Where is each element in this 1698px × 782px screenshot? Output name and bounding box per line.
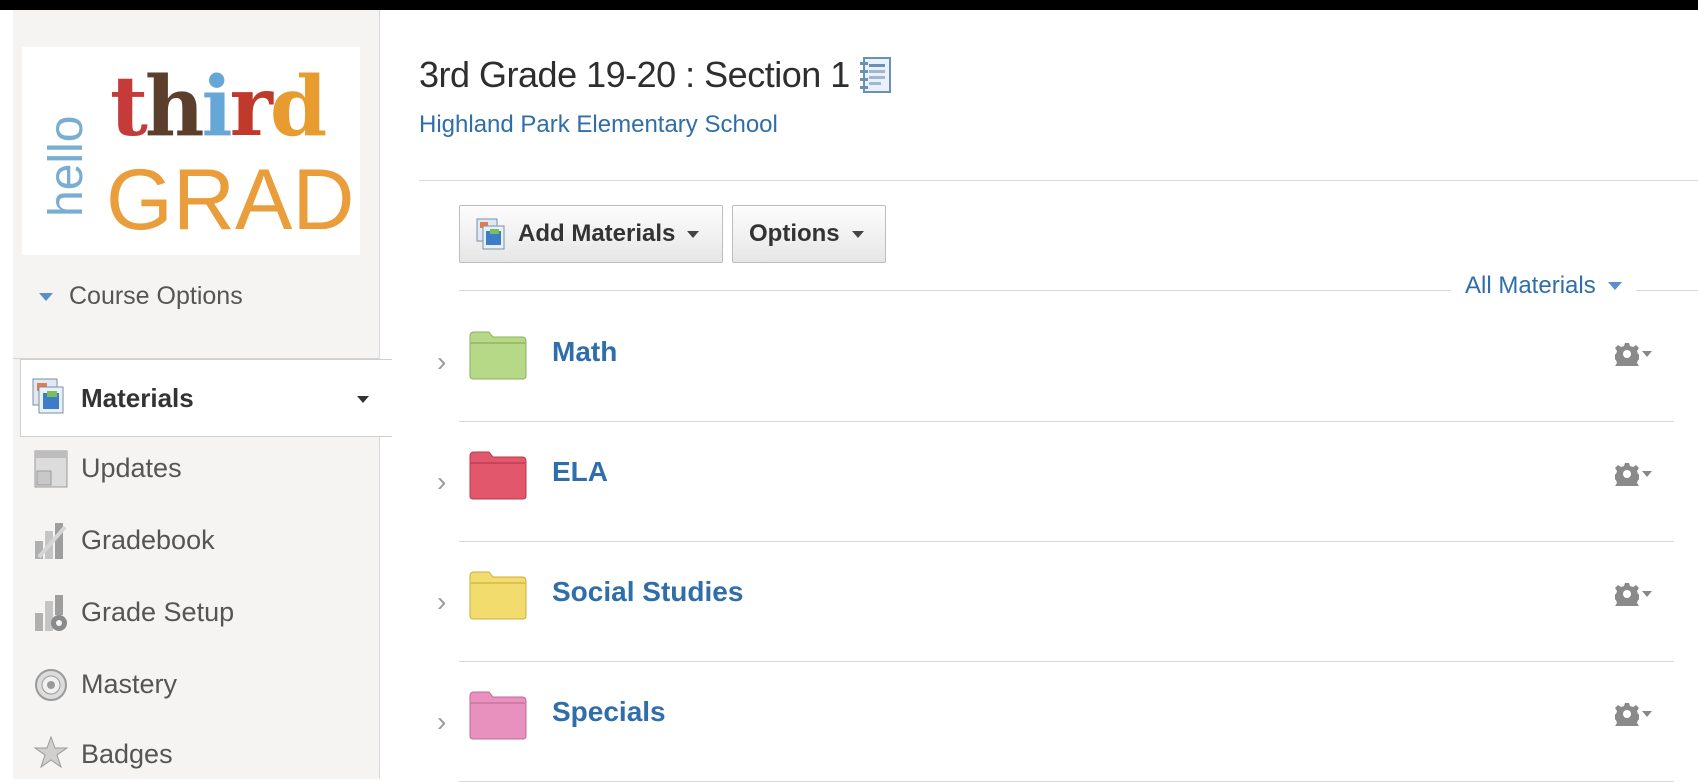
course-options-toggle[interactable]: Course Options <box>39 282 243 311</box>
divider <box>419 180 1698 181</box>
hello-third-grade-logo: hello third GRADE <box>40 59 412 248</box>
school-link[interactable]: Highland Park Elementary School <box>419 111 778 139</box>
sidebar-item-label: Mastery <box>81 668 178 699</box>
folder-row[interactable]: › ELA <box>419 422 1698 542</box>
chevron-right-icon[interactable]: › <box>437 586 446 618</box>
sidebar-item-gradebook[interactable]: Gradebook <box>33 515 215 565</box>
add-materials-button[interactable]: Add Materials <box>459 205 723 263</box>
chevron-right-icon[interactable]: › <box>437 466 446 498</box>
caret-down-icon <box>1642 471 1652 477</box>
folder-name: Social Studies <box>552 576 744 607</box>
folder-icon <box>469 450 527 500</box>
sidebar-item-label: Updates <box>81 452 182 483</box>
gear-icon <box>1613 342 1641 371</box>
folder-name: ELA <box>552 456 608 487</box>
folder-icon <box>469 330 527 380</box>
folder-settings-menu[interactable] <box>1613 462 1652 491</box>
sidebar-item-label: Grade Setup <box>81 596 235 627</box>
caret-down-icon <box>687 230 700 238</box>
caret-down-icon <box>1642 711 1652 717</box>
folder-row[interactable]: › Specials <box>419 662 1698 782</box>
svg-text:GRADE: GRADE <box>106 152 360 248</box>
options-label: Options <box>749 220 840 247</box>
sidebar-item-mastery[interactable]: Mastery <box>33 659 177 709</box>
sidebar-item-label: Gradebook <box>81 524 215 555</box>
sidebar-item-label: Badges <box>81 738 173 769</box>
gear-icon <box>1613 462 1641 491</box>
sidebar-item-label: Materials <box>81 382 194 413</box>
page-header: 3rd Grade 19-20 : Section 1 <box>419 54 891 96</box>
notebook-icon[interactable] <box>858 56 891 94</box>
caret-down-icon <box>1642 591 1652 597</box>
course-options-label: Course Options <box>69 282 243 310</box>
caret-down-icon <box>851 230 864 238</box>
folder-name: Specials <box>552 696 666 727</box>
gear-icon <box>1613 702 1641 731</box>
folder-row[interactable]: › Math <box>419 302 1698 422</box>
gear-icon <box>1613 582 1641 611</box>
sidebar-item-badges[interactable]: Badges <box>33 729 173 779</box>
svg-text:hello: hello <box>40 116 93 217</box>
top-bar <box>0 0 1698 10</box>
folder-icon <box>469 570 527 620</box>
divider <box>1651 290 1698 291</box>
chevron-right-icon[interactable]: › <box>437 346 446 378</box>
course-logo: hello third GRADE <box>22 47 412 255</box>
folder-row[interactable]: › Social Studies <box>419 542 1698 662</box>
badges-icon <box>33 733 71 775</box>
sidebar-item-updates[interactable]: Updates <box>33 443 182 493</box>
sidebar-item-materials[interactable]: Materials <box>20 359 392 437</box>
svg-text:third: third <box>110 59 326 155</box>
sidebar: hello third GRADE Course Options Materia… <box>13 10 412 779</box>
sidebar-item-grade-setup[interactable]: Grade Setup <box>33 587 234 637</box>
grade-setup-icon <box>33 591 71 633</box>
caret-down-icon <box>1642 351 1652 357</box>
folder-name: Math <box>552 336 618 367</box>
all-materials-filter[interactable]: All Materials <box>1451 272 1636 300</box>
folder-settings-menu[interactable] <box>1613 342 1652 371</box>
caret-down-icon <box>357 396 369 403</box>
options-button[interactable]: Options <box>732 205 886 263</box>
filter-label: All Materials <box>1465 272 1596 299</box>
main-content: 3rd Grade 19-20 : Section 1 Highland Par… <box>419 10 1698 782</box>
folder-icon <box>469 690 527 740</box>
add-materials-label: Add Materials <box>518 220 676 247</box>
folder-settings-menu[interactable] <box>1613 582 1652 611</box>
gradebook-icon <box>33 519 71 561</box>
page-title: 3rd Grade 19-20 : Section 1 <box>419 54 850 95</box>
chevron-down-icon <box>1607 282 1622 290</box>
folder-settings-menu[interactable] <box>1613 702 1652 731</box>
add-materials-icon <box>476 218 506 250</box>
mastery-icon <box>33 663 71 705</box>
materials-icon <box>31 377 69 419</box>
chevron-right-icon[interactable]: › <box>437 706 446 738</box>
chevron-down-icon <box>39 292 53 301</box>
updates-icon <box>33 447 71 489</box>
